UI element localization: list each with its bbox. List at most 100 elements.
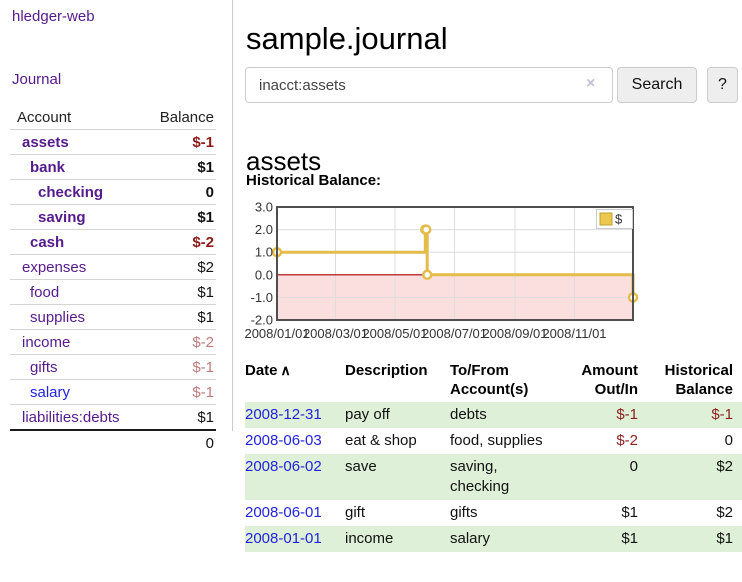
account-balance: $-1 xyxy=(192,359,216,376)
register-row: 2008-06-02 save saving, checking 0 $2 xyxy=(245,454,742,500)
account-row[interactable]: saving $1 xyxy=(10,204,216,229)
account-balance: $1 xyxy=(197,209,216,226)
register-balance: $-1 xyxy=(638,405,733,425)
register-header-row: Date∧ Description To/From Account(s) Amo… xyxy=(245,361,742,399)
account-row[interactable]: supplies $1 xyxy=(10,304,216,329)
register-amount: 0 xyxy=(555,457,638,497)
clear-search-icon[interactable]: × xyxy=(586,76,595,92)
account-link[interactable]: liabilities:debts xyxy=(10,409,120,426)
register-amount: $-1 xyxy=(555,405,638,425)
chart-title: Historical Balance: xyxy=(246,172,381,189)
sort-ascending-icon: ∧ xyxy=(281,362,291,378)
legend-label: $ xyxy=(615,212,623,227)
register-accounts: food, supplies xyxy=(450,431,555,451)
legend: $ xyxy=(597,210,633,229)
account-balance: $1 xyxy=(197,409,216,426)
account-row[interactable]: food $1 xyxy=(10,279,216,304)
account-link[interactable]: assets xyxy=(10,134,69,151)
register-row: 2008-12-31 pay off debts $-1 $-1 xyxy=(245,402,742,428)
register-accounts: salary xyxy=(450,529,555,549)
register-description: eat & shop xyxy=(345,431,450,451)
register-accounts: gifts xyxy=(450,503,555,523)
sidebar-divider xyxy=(232,0,233,431)
register-date-link[interactable]: 2008-06-01 xyxy=(245,504,322,521)
register-amount: $1 xyxy=(555,529,638,549)
account-balance: $1 xyxy=(197,159,216,176)
account-row[interactable]: gifts $-1 xyxy=(10,354,216,379)
register-balance: 0 xyxy=(638,431,733,451)
register-description: gift xyxy=(345,503,450,523)
y-axis-tick-label: 1.0 xyxy=(255,245,273,260)
register-header-date[interactable]: Date∧ xyxy=(245,361,345,399)
x-axis-tick-label: 2008/01/01 xyxy=(244,326,309,341)
x-axis-tick-label: 2008/09/01 xyxy=(482,326,547,341)
account-row[interactable]: cash $-2 xyxy=(10,229,216,254)
account-row[interactable]: expenses $2 xyxy=(10,254,216,279)
register-description: save xyxy=(345,457,450,497)
x-axis: 2008/01/01 2008/03/01 2008/05/01 2008/07… xyxy=(244,326,606,341)
account-row[interactable]: checking 0 xyxy=(10,179,216,204)
account-row[interactable]: assets $-1 xyxy=(10,129,216,154)
y-axis-tick-label: 2.0 xyxy=(255,222,273,237)
balance-column-header: Balance xyxy=(160,109,214,126)
account-row[interactable]: liabilities:debts $1 xyxy=(10,404,216,429)
account-balance: $2 xyxy=(197,259,216,276)
account-link[interactable]: supplies xyxy=(10,309,85,326)
account-link[interactable]: income xyxy=(10,334,70,351)
account-link[interactable]: salary xyxy=(10,384,70,401)
y-axis-tick-label: 0.0 xyxy=(255,267,273,282)
account-balance: $-2 xyxy=(192,234,216,251)
register-row: 2008-06-03 eat & shop food, supplies $-2… xyxy=(245,428,742,454)
register-date-link[interactable]: 2008-06-02 xyxy=(245,458,322,475)
register-amount: $-2 xyxy=(555,431,638,451)
account-column-header: Account xyxy=(17,109,71,126)
brand-link[interactable]: hledger-web xyxy=(12,8,95,25)
account-balance: $1 xyxy=(197,284,216,301)
account-row[interactable]: bank $1 xyxy=(10,154,216,179)
data-point-marker xyxy=(422,226,430,234)
register-description: pay off xyxy=(345,405,450,425)
accounts-total-balance: 0 xyxy=(206,435,214,452)
register-date-link[interactable]: 2008-12-31 xyxy=(245,406,322,423)
register-date-link[interactable]: 2008-06-03 xyxy=(245,432,322,449)
help-button[interactable]: ? xyxy=(707,67,738,103)
account-balance: $-2 xyxy=(192,334,216,351)
account-link[interactable]: expenses xyxy=(10,259,86,276)
account-link[interactable]: bank xyxy=(10,159,65,176)
page-title: sample.journal xyxy=(246,18,448,60)
y-axis-tick-label: -1.0 xyxy=(251,290,273,305)
register-accounts: debts xyxy=(450,405,555,425)
x-axis-tick-label: 2008/03/01 xyxy=(303,326,368,341)
account-balance: 0 xyxy=(206,184,216,201)
search-input[interactable] xyxy=(245,67,613,103)
register-date-link[interactable]: 2008-01-01 xyxy=(245,530,322,547)
register-row: 2008-06-01 gift gifts $1 $2 xyxy=(245,500,742,526)
account-row[interactable]: income $-2 xyxy=(10,329,216,354)
accounts-table-header: Account Balance xyxy=(10,105,216,129)
register-balance: $2 xyxy=(638,457,733,497)
register-header-accounts: To/From Account(s) xyxy=(450,361,555,399)
account-balance: $-1 xyxy=(192,384,216,401)
account-balance: $1 xyxy=(197,309,216,326)
register-header-balance: Historical Balance xyxy=(638,361,733,399)
register-table: Date∧ Description To/From Account(s) Amo… xyxy=(245,361,742,552)
register-row: 2008-01-01 income salary $1 $1 xyxy=(245,526,742,552)
y-axis-tick-label: 3.0 xyxy=(255,200,273,215)
y-axis: 3.0 2.0 1.0 0.0 -1.0 -2.0 xyxy=(251,200,273,328)
register-amount: $1 xyxy=(555,503,638,523)
register-balance: $1 xyxy=(638,529,733,549)
register-balance: $2 xyxy=(638,503,733,523)
journal-link[interactable]: Journal xyxy=(12,71,61,88)
account-link[interactable]: gifts xyxy=(10,359,58,376)
account-link[interactable]: food xyxy=(10,284,59,301)
account-link[interactable]: cash xyxy=(10,234,64,251)
account-link[interactable]: saving xyxy=(10,209,86,226)
accounts-table: Account Balance assets $-1 bank $1 check… xyxy=(10,105,216,456)
account-link[interactable]: checking xyxy=(10,184,103,201)
account-row[interactable]: salary $-1 xyxy=(10,379,216,404)
register-description: income xyxy=(345,529,450,549)
search-button[interactable]: Search xyxy=(617,67,697,103)
register-header-amount: Amount Out/In xyxy=(555,361,638,399)
search-form: × Search ? xyxy=(245,67,742,103)
x-axis-tick-label: 2008/11/01 xyxy=(542,326,606,341)
